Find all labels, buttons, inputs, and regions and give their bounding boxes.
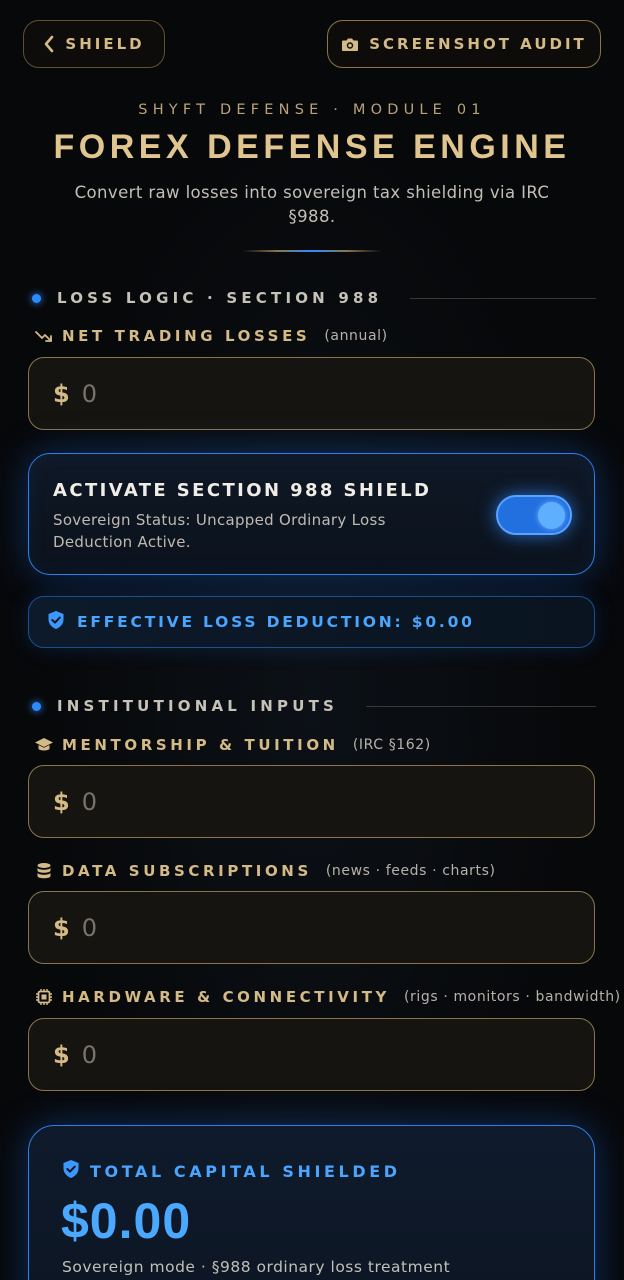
- effective-loss-deduction-text: EFFECTIVE LOSS DEDUCTION: $0.00: [77, 613, 475, 631]
- shield-check-icon: [62, 1159, 80, 1183]
- hero-divider: [242, 250, 382, 252]
- currency-symbol: $: [53, 379, 70, 408]
- currency-symbol: $: [53, 913, 70, 942]
- chip-icon: [34, 988, 54, 1006]
- total-card-header: TOTAL CAPITAL SHIELDED: [62, 1159, 401, 1183]
- currency-symbol: $: [53, 787, 70, 816]
- section-988-toggle[interactable]: [496, 495, 572, 535]
- shield-check-icon: [47, 610, 65, 634]
- section-dot: [32, 701, 41, 711]
- hardware-connectivity-input[interactable]: [81, 1040, 542, 1069]
- field-label-text: DATA SUBSCRIPTIONS: [62, 862, 312, 880]
- graduation-cap-icon: [34, 736, 54, 754]
- field-label-text: HARDWARE & CONNECTIVITY: [62, 988, 390, 1006]
- trending-down-icon: [34, 327, 54, 345]
- section-rule: [410, 297, 596, 299]
- section-header-institutional-inputs: INSTITUTIONAL INPUTS: [32, 696, 596, 716]
- effective-loss-deduction-badge: EFFECTIVE LOSS DEDUCTION: $0.00: [28, 596, 595, 648]
- page-subtitle: Convert raw losses into sovereign tax sh…: [74, 183, 550, 226]
- total-card-note: Sovereign mode · §988 ordinary loss trea…: [62, 1258, 451, 1276]
- shield-card-title: ACTIVATE SECTION 988 SHIELD: [53, 480, 432, 501]
- screenshot-audit-button[interactable]: SCREENSHOT AUDIT: [327, 20, 601, 68]
- module-eyebrow: SHYFT DEFENSE · MODULE 01: [138, 102, 486, 118]
- section-988-shield-card: ACTIVATE SECTION 988 SHIELD Sovereign St…: [28, 453, 595, 575]
- field-hint: (IRC §162): [352, 737, 431, 753]
- hardware-connectivity-label: HARDWARE & CONNECTIVITY (rigs · monitors…: [34, 987, 621, 1007]
- field-hint: (rigs · monitors · bandwidth): [404, 989, 621, 1005]
- mentorship-tuition-input[interactable]: [81, 787, 542, 816]
- data-subscriptions-label: DATA SUBSCRIPTIONS (news · feeds · chart…: [34, 861, 496, 881]
- page-title: FOREX DEFENSE ENGINE: [53, 128, 571, 166]
- hardware-connectivity-field[interactable]: $: [28, 1018, 595, 1091]
- net-trading-losses-input[interactable]: [81, 379, 542, 408]
- net-trading-losses-label: NET TRADING LOSSES (annual): [34, 326, 388, 346]
- net-trading-losses-field[interactable]: $: [28, 357, 595, 430]
- total-capital-amount: $0.00: [61, 1193, 192, 1249]
- field-label-text: NET TRADING LOSSES: [62, 327, 311, 345]
- section-dot: [32, 293, 41, 303]
- data-subscriptions-input[interactable]: [81, 913, 542, 942]
- screenshot-audit-label: SCREENSHOT AUDIT: [369, 35, 587, 53]
- toggle-knob: [538, 502, 565, 529]
- chevron-left-icon: [43, 35, 55, 53]
- data-subscriptions-field[interactable]: $: [28, 891, 595, 964]
- section-header-loss-logic: LOSS LOGIC · SECTION 988: [32, 288, 596, 308]
- back-button[interactable]: SHIELD: [23, 20, 165, 68]
- mentorship-tuition-field[interactable]: $: [28, 765, 595, 838]
- field-hint: (news · feeds · charts): [325, 863, 496, 879]
- total-capital-shielded-card: TOTAL CAPITAL SHIELDED $0.00 Sovereign m…: [28, 1125, 595, 1280]
- section-rule: [366, 705, 596, 707]
- field-label-text: MENTORSHIP & TUITION: [62, 736, 339, 754]
- total-card-label: TOTAL CAPITAL SHIELDED: [90, 1161, 401, 1181]
- section-title: INSTITUTIONAL INPUTS: [57, 697, 339, 715]
- currency-symbol: $: [53, 1040, 70, 1069]
- field-hint: (annual): [324, 328, 388, 344]
- mentorship-tuition-label: MENTORSHIP & TUITION (IRC §162): [34, 735, 431, 755]
- back-button-label: SHIELD: [65, 35, 145, 53]
- shield-card-description: Sovereign Status: Uncapped Ordinary Loss…: [53, 511, 386, 551]
- database-icon: [34, 862, 54, 880]
- camera-icon: [341, 37, 359, 52]
- section-title: LOSS LOGIC · SECTION 988: [57, 289, 383, 307]
